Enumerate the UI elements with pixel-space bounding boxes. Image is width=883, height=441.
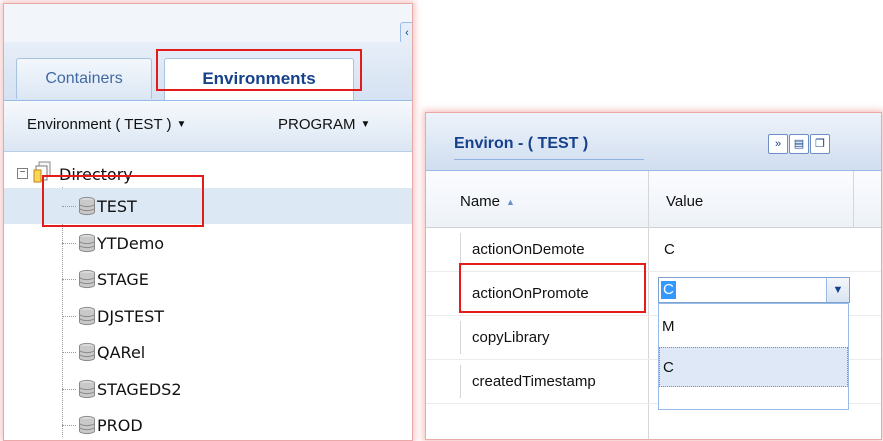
tab-containers[interactable]: Containers	[16, 58, 152, 99]
expand-icon[interactable]: »	[768, 134, 788, 154]
column-header-value[interactable]: Value	[666, 193, 703, 210]
tree-item-label: PROD	[97, 416, 143, 435]
program-menu-label: PROGRAM	[278, 116, 356, 133]
chevron-down-icon[interactable]: ▼	[826, 278, 849, 302]
save-icon[interactable]: ▤	[789, 134, 809, 154]
tree-connector-line	[62, 352, 76, 353]
value-combobox[interactable]: C ▼	[658, 277, 850, 303]
environment-toolbar: Environment ( TEST ) ▼ PROGRAM ▼	[4, 101, 412, 152]
dropdown-option-c[interactable]: C	[659, 347, 848, 387]
tree-connector-line	[62, 425, 76, 426]
tree-item-label: DJSTEST	[97, 306, 165, 326]
restore-window-icon[interactable]: ❐	[810, 134, 830, 154]
tree-connector-line	[62, 279, 76, 280]
tree-item-prod[interactable]: PROD	[4, 407, 412, 440]
tree-item-label: YTDemo	[97, 233, 165, 253]
property-value[interactable]: C	[664, 241, 675, 258]
combobox-selected-text[interactable]: C	[661, 281, 676, 299]
database-icon	[79, 415, 95, 435]
tree-connector-line	[62, 242, 76, 244]
property-name: actionOnDemote	[472, 241, 585, 258]
panel-header: Environ - ( TEST ) » ▤ ❐	[426, 113, 881, 171]
database-icon	[79, 306, 95, 325]
dropdown-option-label: C	[663, 359, 674, 376]
program-menu-button[interactable]: PROGRAM ▼	[278, 116, 370, 133]
row-marker	[460, 233, 461, 266]
database-icon	[79, 379, 95, 398]
environment-menu-label: Environment ( TEST )	[27, 116, 172, 133]
column-divider	[853, 171, 854, 227]
column-header-name[interactable]: Name ▲	[460, 193, 515, 210]
panel-title: Environ - ( TEST )	[454, 135, 589, 152]
tree-item-djstest[interactable]: DJSTEST	[4, 298, 412, 334]
tree-item-stageds2[interactable]: STAGEDS2	[4, 371, 412, 407]
dropdown-option-label: M	[662, 318, 675, 335]
tree-item-label: STAGEDS2	[97, 379, 182, 399]
chevron-down-icon: ▼	[360, 119, 371, 130]
environments-tab-highlight-box	[156, 49, 362, 91]
tree-item-label: QARel	[97, 343, 146, 362]
row-marker	[460, 365, 461, 398]
tree-item-label: STAGE	[97, 270, 149, 289]
dropdown-option-m[interactable]: M	[659, 307, 848, 347]
tree-item-qarel[interactable]: QARel	[4, 334, 412, 370]
grid-header: Name ▲ Value	[426, 171, 881, 228]
property-name: copyLibrary	[472, 329, 550, 346]
test-item-highlight-box	[42, 175, 204, 227]
chevron-down-icon: ▼	[176, 119, 187, 130]
value-dropdown-list: M C	[658, 303, 849, 410]
database-icon	[79, 233, 95, 252]
sort-ascending-icon: ▲	[506, 197, 515, 207]
database-icon	[79, 342, 95, 362]
tree-item-ytdemo[interactable]: YTDemo	[4, 225, 412, 261]
property-name: createdTimestamp	[472, 373, 596, 390]
title-underline	[454, 159, 644, 160]
tree-item-stage[interactable]: STAGE	[4, 261, 412, 297]
row-marker	[460, 321, 461, 354]
tree-connector-line	[62, 388, 76, 390]
collapse-panel-button[interactable]: ‹	[400, 22, 412, 44]
collapse-toggle-icon[interactable]: −	[17, 168, 28, 179]
column-name-label: Name	[460, 193, 501, 210]
environment-menu-button[interactable]: Environment ( TEST ) ▼	[27, 116, 186, 133]
action-on-promote-highlight-box	[459, 263, 646, 313]
database-icon	[79, 269, 95, 289]
environment-properties-panel: Environ - ( TEST ) » ▤ ❐ Name ▲ Value act…	[425, 112, 882, 440]
tree-connector-line	[62, 315, 76, 317]
